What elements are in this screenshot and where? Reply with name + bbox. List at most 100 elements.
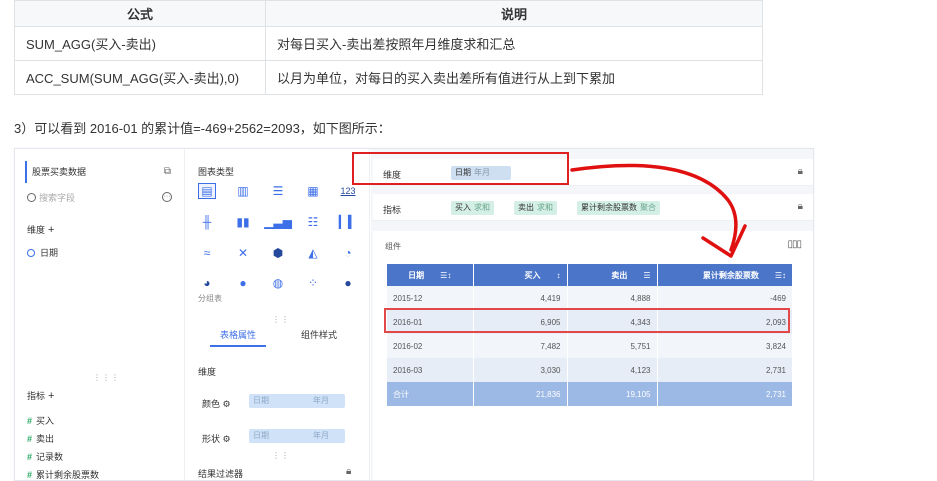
total-row: 合计 21,836 19,105 2,731 [387, 382, 793, 406]
sort-icon[interactable]: ↕ [557, 271, 561, 280]
more-icon[interactable]: ··· [162, 192, 172, 202]
number-icon: # [27, 416, 33, 426]
donut-chart-icon[interactable]: ◍ [269, 275, 287, 291]
pie-chart-icon[interactable]: ◕ [198, 275, 216, 291]
filter-lock-icon[interactable]: 🔒︎ [346, 466, 351, 477]
measure-field-count[interactable]: # 记录数 [27, 450, 63, 463]
number-card-icon[interactable]: 123 [339, 183, 357, 199]
drag-handle[interactable]: ⋮⋮⋮ [93, 373, 120, 382]
cross-table-icon[interactable]: ▥ [234, 183, 252, 199]
search-placeholder: 搜索字段 [39, 193, 76, 203]
color-label: 颜色 ⚙ [202, 399, 231, 409]
cell-cumulative: -469 [657, 286, 793, 310]
drag-handle[interactable]: ⋮⋮ [272, 451, 290, 460]
gauge-chart-icon[interactable]: ◔ [339, 245, 357, 261]
measure-lock-icon[interactable]: 🔒︎ [798, 201, 803, 212]
data-panel: 股票买卖数据 ⧉ 搜索字段 ··· 维度 + 日期 ⋮⋮⋮ 指标 + # 买入 # 卖出… [15, 149, 185, 480]
measure-row-label: 指标 [383, 205, 402, 215]
measure-field-sell[interactable]: # 卖出 [27, 432, 54, 445]
result-filter-label: 结果过滤器 [198, 469, 244, 479]
clock-icon [27, 249, 35, 257]
dataset-name: 股票买卖数据 [32, 167, 87, 177]
widget-title: 组件 [385, 242, 401, 251]
cell-cumulative: 3,824 [657, 334, 793, 358]
chart-type-title: 图表类型 [198, 167, 235, 177]
shape-label: 形状 ⚙ [202, 434, 231, 444]
measure-chip-cumulative[interactable]: 累计剩余股票数 聚合 [577, 201, 660, 215]
column-chart-icon[interactable]: ▁▃▅ [264, 214, 292, 230]
header-sell[interactable]: 卖出 ☰ [567, 264, 658, 286]
cell-date: 2016-03 [387, 358, 474, 382]
measure-chip-buy[interactable]: 买入 求和 [451, 201, 494, 215]
measure-section-label: 指标 + [27, 390, 55, 402]
header-formula: 公式 [14, 0, 266, 27]
header-buy[interactable]: 买入 ↕ [473, 264, 568, 286]
table-row: ACC_SUM(SUM_AGG(买入-卖出),0) 以月为单位，对每日的买入卖出… [14, 60, 763, 95]
description-cell: 以月为单位，对每日的买入卖出差所有值进行从上到下累加 [265, 60, 763, 95]
sort-icon[interactable]: ☰ [643, 271, 650, 280]
number-icon: # [27, 452, 33, 462]
cell-total-buy: 21,836 [473, 382, 568, 406]
header-date[interactable]: 日期 ☰↕ [387, 264, 474, 286]
table-row: 2016-03 3,030 4,123 2,731 [387, 358, 793, 382]
add-dimension-icon[interactable]: + [48, 224, 54, 236]
horizontal-bar-icon[interactable]: ☷ [304, 214, 322, 230]
line-chart-icon[interactable]: ≈ [198, 245, 216, 261]
header-cumulative[interactable]: 累计剩余股票数 ☰↕ [657, 264, 793, 286]
cell-sell: 5,751 [567, 334, 658, 358]
cell-total-label: 合计 [387, 382, 474, 406]
add-measure-icon[interactable]: + [48, 390, 54, 402]
result-table-header: 日期 ☰↕ 买入 ↕ 卖出 ☰ 累计剩余股票数 ☰↕ [387, 264, 793, 286]
area-chart-icon[interactable]: ◭ [304, 245, 322, 261]
measure-chip-sell[interactable]: 卖出 求和 [514, 201, 557, 215]
selected-chart-name: 分组表 [198, 294, 222, 303]
switch-dataset-icon[interactable]: ⧉ [164, 161, 171, 183]
shape-field-pill[interactable]: 日期 年月 [249, 429, 345, 443]
table-row: 2015-12 4,419 4,888 -469 [387, 286, 793, 310]
sort-icon[interactable]: ☰↕ [440, 271, 451, 280]
cell-cumulative: 2,731 [657, 358, 793, 382]
detail-table-icon[interactable]: ☰ [269, 183, 287, 199]
rose-chart-icon[interactable]: ● [234, 275, 252, 291]
property-tabs: 表格属性 组件样式 [198, 327, 362, 347]
stacked-bar-icon[interactable]: ▮▮ [234, 214, 252, 230]
dimension-lock-icon[interactable]: 🔒︎ [798, 166, 803, 177]
color-field-pill[interactable]: 日期 年月 [249, 394, 345, 408]
bar-group-icon[interactable]: ╫ [198, 214, 216, 230]
widget-area: 组件 ▯▯▯ 日期 ☰↕ 买入 ↕ 卖出 ☰ 累计剩余股票数 ☰↕ 2015-12 4,… [373, 231, 813, 480]
header-description: 说明 [265, 0, 763, 27]
calc-number-icon: # [27, 470, 33, 480]
measure-field-buy[interactable]: # 买入 [27, 414, 54, 427]
table-row: SUM_AGG(买入-卖出) 对每日买入-卖出差按照年月维度求和汇总 [14, 26, 763, 61]
cell-total-sell: 19,105 [567, 382, 658, 406]
table-chart-icon[interactable]: ▤ [198, 183, 216, 199]
dataset-selector[interactable]: 股票买卖数据 ⧉ [25, 161, 175, 183]
cell-date: 2016-02 [387, 334, 474, 358]
radar-chart-icon[interactable]: ⬢ [269, 245, 287, 261]
description-cell: 对每日买入-卖出差按照年月维度求和汇总 [265, 26, 763, 61]
bubble-chart-icon[interactable]: ● [339, 275, 357, 291]
search-input[interactable]: 搜索字段 [27, 191, 75, 204]
scatter-chart-icon[interactable]: ⁘ [304, 275, 322, 291]
cell-date: 2015-12 [387, 286, 474, 310]
measure-drop-row[interactable]: 指标 买入 求和 卖出 求和 累计剩余股票数 聚合 🔒︎ [373, 194, 813, 221]
sort-icon[interactable]: ☰↕ [775, 271, 786, 280]
cell-buy: 4,419 [473, 286, 568, 310]
formula-table-header: 公式 说明 [14, 0, 763, 27]
chart-panel: 图表类型 ▤ ▥ ☰ ▦ 123 ╫ ▮▮ ▁▃▅ ☷ ▎▍ ≈ ✕ ⬢ ◭ ◔… [186, 149, 370, 480]
measure-field-cumulative[interactable]: # 累计剩余股票数 [27, 468, 99, 480]
cell-sell: 4,123 [567, 358, 658, 382]
range-bar-icon[interactable]: ▎▍ [339, 214, 357, 230]
tab-widget-style[interactable]: 组件样式 [301, 327, 337, 347]
column-settings-icon[interactable]: ▯▯▯ [787, 239, 801, 250]
drag-handle[interactable]: ⋮⋮ [272, 315, 290, 324]
card-icon[interactable]: ▦ [304, 183, 322, 199]
dimension-section-label: 维度 + [27, 224, 55, 236]
cell-buy: 7,482 [473, 334, 568, 358]
multi-line-icon[interactable]: ✕ [234, 245, 252, 261]
dimension-field-date[interactable]: 日期 [27, 246, 58, 259]
cell-total-cumulative: 2,731 [657, 382, 793, 406]
caption-text: 3）可以看到 2016-01 的累计值=-469+2562=2093，如下图所示… [14, 121, 391, 136]
formula-cell: ACC_SUM(SUM_AGG(买入-卖出),0) [14, 60, 266, 95]
tab-table-properties[interactable]: 表格属性 [210, 327, 267, 347]
